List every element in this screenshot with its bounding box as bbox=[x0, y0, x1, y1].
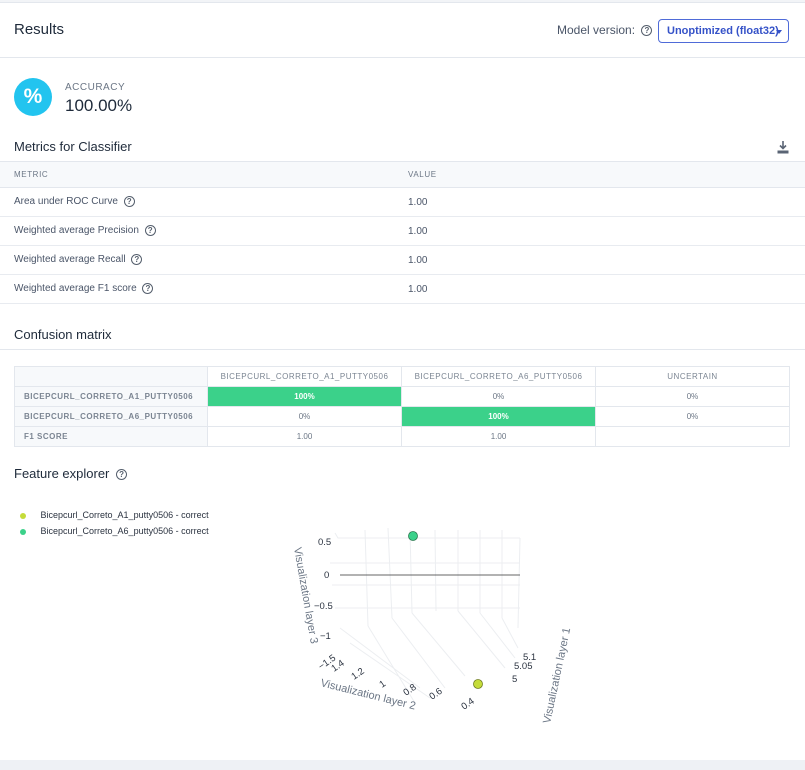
feature-explorer-title: Feature explorer ? bbox=[14, 466, 128, 481]
metric-name: Weighted average Recall bbox=[14, 254, 126, 266]
matrix-column-header: BICEPCURL_CORRETO_A6_PUTTY0506 bbox=[401, 366, 596, 387]
matrix-row: F1 SCORE 1.00 1.00 bbox=[14, 426, 790, 447]
table-row: Area under ROC Curve ? 1.00 bbox=[0, 187, 805, 217]
help-icon[interactable]: ? bbox=[142, 283, 154, 295]
page-title: Results bbox=[14, 21, 65, 38]
confusion-matrix: BICEPCURL_CORRETO_A1_PUTTY0506 BICEPCURL… bbox=[14, 366, 790, 447]
model-version-label: Model version: ? bbox=[557, 23, 653, 37]
divider bbox=[0, 349, 805, 350]
metrics-table: METRIC VALUE Area under ROC Curve ? 1.00… bbox=[0, 161, 805, 304]
metric-value: 1.00 bbox=[394, 187, 805, 217]
x-tick-label: 5.05 bbox=[514, 661, 533, 672]
matrix-row-header: BICEPCURL_CORRETO_A6_PUTTY0506 bbox=[14, 406, 208, 427]
matrix-column-header: BICEPCURL_CORRETO_A1_PUTTY0506 bbox=[207, 366, 402, 387]
legend-label: Bicepcurl_Correto_A1_putty0506 - correct bbox=[40, 510, 209, 520]
legend-swatch bbox=[20, 512, 26, 519]
y-tick-label: 1 bbox=[377, 678, 388, 690]
metric-name-cell: Weighted average Precision ? bbox=[0, 216, 394, 246]
metric-column-header: METRIC bbox=[0, 161, 394, 188]
chevron-down-icon bbox=[776, 30, 782, 34]
matrix-cell: 0% bbox=[595, 406, 790, 427]
legend-label: Bicepcurl_Correto_A6_putty0506 - correct bbox=[40, 526, 209, 536]
metric-name-cell: Area under ROC Curve ? bbox=[0, 187, 394, 217]
data-point-a1[interactable] bbox=[473, 679, 483, 689]
help-icon[interactable]: ? bbox=[116, 469, 128, 481]
z-tick-label: 0.5 bbox=[318, 537, 331, 548]
legend-item[interactable]: Bicepcurl_Correto_A6_putty0506 - correct bbox=[20, 526, 209, 542]
y-tick-label: 0.4 bbox=[459, 696, 476, 713]
accuracy-value: 100.00% bbox=[65, 96, 133, 115]
metrics-title: Metrics for Classifier bbox=[14, 139, 132, 154]
x-tick-label: 5 bbox=[512, 674, 517, 685]
matrix-column-header: UNCERTAIN bbox=[595, 366, 790, 387]
table-row: Weighted average Precision ? 1.00 bbox=[0, 216, 805, 246]
matrix-cell: 100% bbox=[207, 386, 402, 407]
metric-name-cell: Weighted average F1 score ? bbox=[0, 274, 394, 304]
z-tick-label: 0 bbox=[324, 570, 329, 581]
matrix-cell: 0% bbox=[595, 386, 790, 407]
matrix-row-header: F1 SCORE bbox=[14, 426, 208, 447]
matrix-cell: 0% bbox=[207, 406, 402, 427]
matrix-cell: 1.00 bbox=[401, 426, 596, 447]
metric-value: 1.00 bbox=[394, 245, 805, 275]
feature-explorer-plot[interactable]: 0.5 0 −0.5 −1 −1.5 1.4 1.2 1 0.8 0.6 0.4… bbox=[280, 518, 580, 733]
page-footer bbox=[0, 760, 805, 770]
metric-name: Area under ROC Curve bbox=[14, 196, 118, 208]
matrix-row-header: BICEPCURL_CORRETO_A1_PUTTY0506 bbox=[14, 386, 208, 407]
legend-item[interactable]: Bicepcurl_Correto_A1_putty0506 - correct bbox=[20, 510, 209, 526]
z-tick-label: −1 bbox=[320, 631, 331, 642]
help-icon[interactable]: ? bbox=[641, 25, 653, 37]
model-version-text: Model version: bbox=[557, 23, 636, 37]
metric-name: Weighted average F1 score bbox=[14, 283, 137, 295]
value-column-header: VALUE bbox=[394, 161, 805, 188]
matrix-cell: 100% bbox=[401, 406, 596, 427]
matrix-corner bbox=[14, 366, 208, 387]
matrix-cell: 1.00 bbox=[207, 426, 402, 447]
axis-label-layer1: Visualization layer 1 bbox=[541, 627, 573, 725]
help-icon[interactable]: ? bbox=[144, 225, 156, 237]
model-version-select[interactable]: Unoptimized (float32) bbox=[658, 19, 789, 43]
metric-name-cell: Weighted average Recall ? bbox=[0, 245, 394, 275]
y-tick-label: 0.6 bbox=[427, 686, 444, 703]
axis-label-layer3: Visualization layer 3 bbox=[291, 546, 320, 644]
model-version-value: Unoptimized (float32) bbox=[667, 25, 779, 37]
confusion-matrix-title: Confusion matrix bbox=[14, 327, 112, 342]
results-card: Results Model version: ? Unoptimized (fl… bbox=[0, 2, 805, 760]
download-icon[interactable] bbox=[777, 141, 789, 154]
table-row: Weighted average Recall ? 1.00 bbox=[0, 245, 805, 275]
matrix-cell: 0% bbox=[401, 386, 596, 407]
data-point-a6[interactable] bbox=[408, 531, 418, 541]
accuracy-label: ACCURACY bbox=[65, 82, 126, 93]
plot-legend: Bicepcurl_Correto_A1_putty0506 - correct… bbox=[20, 510, 209, 542]
metric-value: 1.00 bbox=[394, 216, 805, 246]
results-header: Results Model version: ? Unoptimized (fl… bbox=[0, 3, 805, 58]
y-tick-label: 1.2 bbox=[349, 666, 366, 683]
z-tick-label: −0.5 bbox=[314, 601, 333, 612]
metric-name: Weighted average Precision bbox=[14, 225, 139, 237]
percent-icon: % bbox=[14, 78, 52, 116]
matrix-cell bbox=[595, 426, 790, 447]
help-icon[interactable]: ? bbox=[123, 196, 135, 208]
matrix-row: BICEPCURL_CORRETO_A1_PUTTY0506 100% 0% 0… bbox=[14, 386, 790, 407]
table-row: Weighted average F1 score ? 1.00 bbox=[0, 274, 805, 304]
metric-value: 1.00 bbox=[394, 274, 805, 304]
feature-explorer-text: Feature explorer bbox=[14, 466, 110, 481]
legend-swatch bbox=[20, 528, 26, 535]
matrix-row: BICEPCURL_CORRETO_A6_PUTTY0506 0% 100% 0… bbox=[14, 406, 790, 427]
help-icon[interactable]: ? bbox=[131, 254, 143, 266]
